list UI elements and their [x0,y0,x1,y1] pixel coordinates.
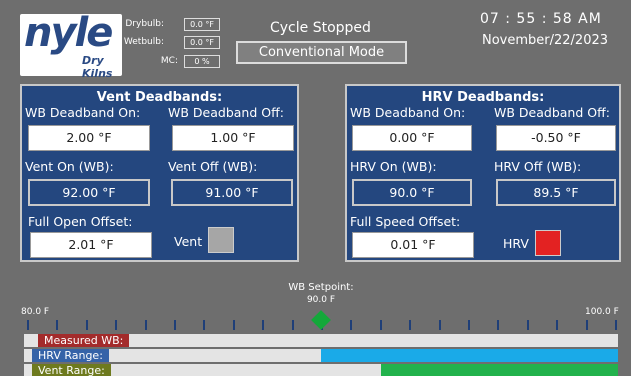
scale-min-label: 80.0 F [21,307,50,317]
wetbulb-label: Wetbulb: [123,37,164,47]
logo-text: nyle [24,10,113,56]
hrv-on-label: HRV On (WB): [350,159,437,174]
vent-deadband-on-label: WB Deadband On: [25,105,141,120]
full-open-offset-label: Full Open Offset: [28,214,133,229]
hrv-on-value: 90.0 °F [352,179,472,206]
scale-tick [232,320,235,330]
setpoint-diamond-marker[interactable] [311,310,331,330]
clock: 07 : 55 : 58 AM [480,11,602,27]
hrv-range-label: HRV Range: [32,349,109,362]
scale-tick [379,320,382,330]
hrv-panel-title: HRV Deadbands: [421,90,545,105]
scale-tick [144,320,147,330]
vent-panel-title: Vent Deadbands: [96,90,223,105]
vent-deadbands-panel: Vent Deadbands: WB Deadband On: WB Deadb… [20,84,299,262]
scale-tick [174,320,176,330]
hrv-deadband-off-input[interactable]: -0.50 °F [496,125,616,151]
mc-label: MC: [160,56,178,66]
scale-tick [27,320,29,330]
scale-tick [262,320,265,330]
drybulb-label: Drybulb: [125,19,164,29]
vent-indicator-label: Vent [174,234,203,249]
scale-tick [556,320,559,330]
vent-on-value: 92.00 °F [28,179,150,206]
vent-range-fill [381,364,618,376]
vent-range-label: Vent Range: [32,364,111,376]
hrv-indicator-label: HRV [503,236,529,251]
full-speed-offset-input[interactable]: 0.01 °F [352,232,474,258]
scale-tick [291,320,294,330]
full-open-offset-input[interactable]: 2.01 °F [30,232,152,258]
full-speed-offset-label: Full Speed Offset: [350,214,461,229]
date: November/22/2023 [482,33,609,48]
scale-max-label: 100.0 F [585,307,619,317]
wetbulb-value: 0.0 °F [184,36,220,49]
vent-off-value: 91.00 °F [171,179,293,206]
hrv-off-label: HRV Off (WB): [494,159,582,174]
scale-tick [615,320,617,330]
wb-setpoint-value: 90.0 F [306,295,336,305]
scale-tick [526,320,529,330]
scale-tick [468,320,470,330]
scale-tick [585,320,588,330]
vent-on-label: Vent On (WB): [25,159,114,174]
scale-tick [85,320,88,330]
hrv-deadband-off-label: WB Deadband Off: [494,105,610,120]
mc-value: 0 % [184,55,220,68]
scale-tick [203,320,206,330]
vent-off-label: Vent Off (WB): [168,159,258,174]
return-button[interactable]: Return [30,67,60,77]
scale-tick [350,320,353,330]
hrv-status-indicator [535,230,561,256]
scale-tick [56,320,59,330]
hrv-off-value: 89.5 °F [496,179,616,206]
vent-status-indicator [208,227,234,253]
mode-button[interactable]: Conventional Mode [236,41,407,64]
hrv-deadbands-panel: HRV Deadbands: WB Deadband On: WB Deadba… [345,84,621,262]
vent-deadband-off-label: WB Deadband Off: [168,105,284,120]
cycle-status: Cycle Stopped [270,20,371,36]
vent-deadband-on-input[interactable]: 2.00 °F [28,125,150,151]
hrv-deadband-on-label: WB Deadband On: [350,105,466,120]
scale-tick [497,320,500,330]
wb-setpoint-label: WB Setpoint: [288,282,354,293]
hrv-range-fill [321,349,618,362]
logo-subtitle: Dry Kilns [82,54,113,80]
hrv-range-bar: HRV Range: [24,349,618,362]
scale-tick [438,320,441,330]
vent-range-bar: Vent Range: [24,364,618,376]
drybulb-value: 0.0 °F [184,18,220,31]
vent-deadband-off-input[interactable]: 1.00 °F [172,125,294,151]
scale-tick [409,320,412,330]
hrv-deadband-on-input[interactable]: 0.00 °F [352,125,472,151]
scale-tick [115,320,118,330]
measured-wb-label: Measured WB: [38,334,130,347]
measured-wb-bar: Measured WB: [24,334,618,347]
